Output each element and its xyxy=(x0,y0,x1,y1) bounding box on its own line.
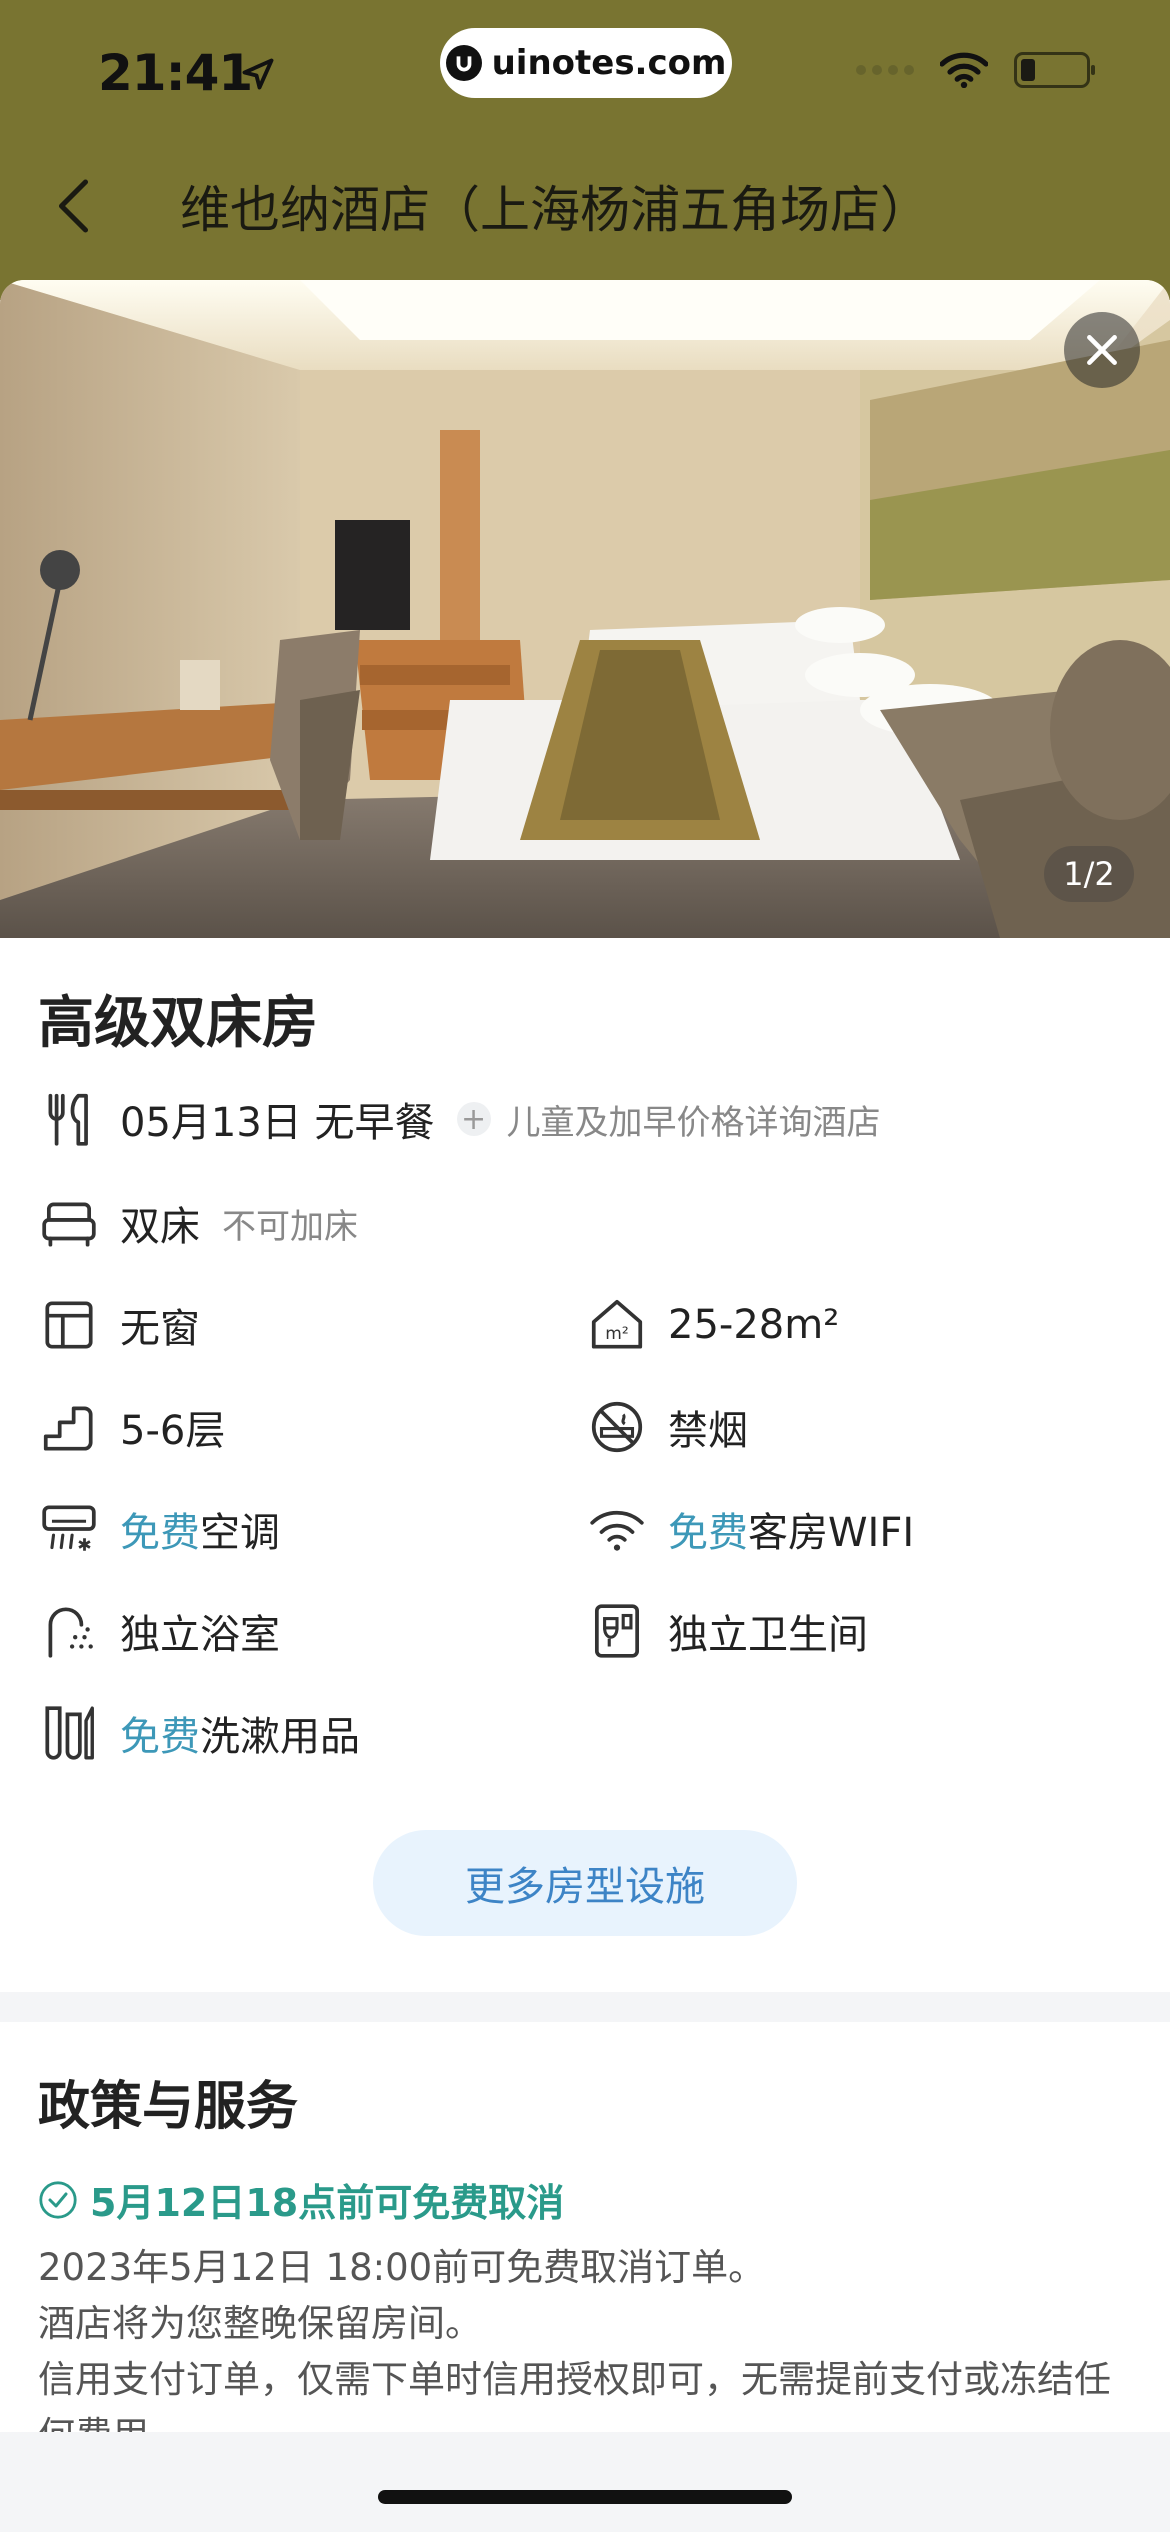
svg-text:m²: m² xyxy=(605,1324,628,1344)
back-chevron-icon[interactable] xyxy=(50,176,100,236)
window-icon xyxy=(45,1301,93,1349)
room-photo[interactable] xyxy=(0,280,1170,938)
wifi-text: 客房WIFI xyxy=(748,1510,915,1556)
facility-window: 无窗 xyxy=(38,1294,200,1356)
policy-line: 2023年5月12日 18:00前可免费取消订单。 xyxy=(38,2246,766,2289)
facility-bathroom: 独立浴室 xyxy=(38,1600,280,1662)
cancel-headline: 5月12日18点前可免费取消 xyxy=(90,2181,565,2225)
area-text: 25-28m² xyxy=(668,1302,840,1348)
policy-line: 信用支付订单，仅需下单时信用授权即可，无需提前支付或冻结任何费用。 xyxy=(38,2358,1111,2432)
photo-counter: 1/2 xyxy=(1044,846,1134,902)
location-arrow-icon xyxy=(242,58,274,90)
date-meal-text: 05月13日 无早餐 xyxy=(120,1100,435,1146)
bed-row: 双床 不可加床 xyxy=(38,1192,358,1254)
area-icon: m² xyxy=(591,1299,643,1349)
facility-toiletries: 免费洗漱用品 xyxy=(38,1702,360,1764)
floor-text: 5-6层 xyxy=(120,1408,226,1454)
floor-stairs-icon xyxy=(43,1406,93,1451)
meal-note: 儿童及加早价格详询酒店 xyxy=(506,1102,881,1143)
free-label: 免费 xyxy=(120,1714,200,1760)
utensils-icon xyxy=(48,1093,88,1146)
free-cancel-row: 5月12日18点前可免费取消 xyxy=(38,2172,564,2227)
room-name: 高级双床房 xyxy=(38,991,318,1056)
facility-wifi: 免费客房WIFI xyxy=(586,1498,914,1560)
status-time: 21:41 xyxy=(98,44,253,102)
status-icons xyxy=(856,52,1095,88)
top-header: 21:41 uinotes.com 维也纳酒店（上海杨浦五角场店） xyxy=(0,0,1170,300)
bed-icon xyxy=(42,1202,96,1247)
facility-floor: 5-6层 xyxy=(38,1396,225,1458)
policy-section: 政策与服务 5月12日18点前可免费取消 2023年5月12日 18:00前可免… xyxy=(0,2022,1170,2432)
more-facilities-button[interactable]: 更多房型设施 xyxy=(373,1830,797,1936)
policy-lines: 2023年5月12日 18:00前可免费取消订单。 酒店将为您整晚保留房间。 信… xyxy=(38,2240,1132,2432)
meal-row: 05月13日 无早餐 + 儿童及加早价格详询酒店 xyxy=(38,1088,881,1150)
toiletries-text: 洗漱用品 xyxy=(200,1714,360,1760)
url-pill[interactable]: uinotes.com xyxy=(440,28,732,98)
wifi-room-icon xyxy=(590,1510,644,1551)
free-label: 免费 xyxy=(668,1510,748,1556)
page-title: 维也纳酒店（上海杨浦五角场店） xyxy=(180,181,930,239)
room-details-card: 高级双床房 05月13日 无早餐 + 儿童及加早价格详询酒店 双床 不可加床 无… xyxy=(0,938,1170,1992)
home-indicator[interactable] xyxy=(378,2490,792,2504)
bed-note: 不可加床 xyxy=(222,1206,358,1247)
site-logo-icon xyxy=(445,45,482,81)
bottom-safe-area xyxy=(0,2432,1170,2532)
facility-smoking: 禁烟 xyxy=(586,1396,748,1458)
bed-type: 双床 xyxy=(120,1204,200,1250)
facility-ac: 免费空调 xyxy=(38,1498,280,1560)
toilet-icon xyxy=(594,1604,640,1658)
shower-icon xyxy=(48,1607,93,1658)
bathroom-text: 独立浴室 xyxy=(120,1612,280,1658)
toilet-text: 独立卫生间 xyxy=(668,1612,868,1658)
url-text: uinotes.com xyxy=(491,43,727,83)
plus-icon: + xyxy=(456,1102,491,1137)
toiletries-icon xyxy=(45,1706,94,1760)
window-text: 无窗 xyxy=(120,1306,200,1352)
smoking-text: 禁烟 xyxy=(668,1408,748,1454)
close-photo-button[interactable] xyxy=(1064,312,1140,388)
close-icon xyxy=(1087,335,1117,365)
signal-icon xyxy=(856,65,914,75)
wifi-icon xyxy=(940,52,988,88)
policy-line: 酒店将为您整晚保留房间。 xyxy=(38,2302,482,2345)
battery-icon xyxy=(1014,52,1095,88)
facility-area: m² 25-28m² xyxy=(586,1294,839,1356)
check-circle-icon xyxy=(39,2180,77,2219)
policy-title: 政策与服务 xyxy=(38,2077,299,2137)
facility-toilet: 独立卫生间 xyxy=(586,1600,868,1662)
free-label: 免费 xyxy=(120,1510,200,1556)
ac-text: 空调 xyxy=(200,1510,280,1556)
no-smoking-icon xyxy=(591,1401,643,1453)
air-conditioner-icon xyxy=(42,1505,96,1551)
